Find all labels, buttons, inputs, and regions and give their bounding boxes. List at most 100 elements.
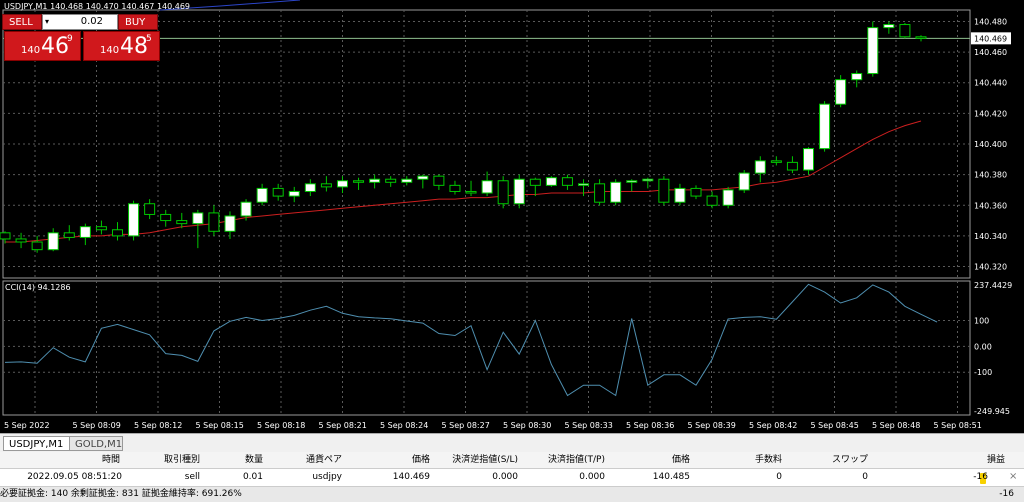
candle-body — [883, 24, 895, 29]
candle-body — [144, 203, 156, 215]
cci-indicator — [4, 283, 938, 397]
candle — [867, 21, 879, 77]
candle-body — [738, 172, 750, 191]
candle-body — [610, 181, 622, 203]
candle-body — [899, 24, 911, 38]
sell-button[interactable]: SELL — [2, 14, 42, 30]
ask-price-button[interactable]: 140 48 5 — [83, 31, 160, 61]
order-row[interactable]: 2022.09.05 08:51:20 sell 0.01 usdjpy 140… — [0, 469, 1024, 485]
time-tick-label: 5 Sep 08:45 — [811, 421, 859, 430]
candle-body — [770, 160, 782, 163]
price-tick-label: 140.320 — [974, 263, 1007, 272]
candle — [835, 75, 847, 108]
bid-price-prefix: 140 — [21, 45, 41, 56]
time-tick-label: 5 Sep 08:27 — [442, 421, 490, 430]
tab-usdjpy[interactable]: USDJPY,M1 — [3, 436, 71, 451]
candle-body — [31, 241, 43, 251]
order-commission: 0 — [776, 472, 782, 482]
candle-body — [754, 160, 766, 174]
candle — [497, 176, 509, 209]
chart-title: USDJPY,M1 140.468 140.470 140.467 140.46… — [4, 2, 190, 11]
candle — [208, 205, 220, 236]
candle — [128, 200, 140, 241]
order-time: 2022.09.05 08:51:20 — [27, 472, 122, 482]
cci-tick-label: 237.4429 — [974, 281, 1012, 290]
order-volume: 0.01 — [242, 472, 263, 482]
time-tick-label: 5 Sep 08:48 — [872, 421, 920, 430]
col-header-stop-loss: 決済逆指値(S/L) — [452, 455, 518, 465]
col-header-current-price: 価格 — [671, 455, 690, 465]
candle-body — [240, 201, 252, 217]
price-tick-label: 140.380 — [974, 171, 1007, 180]
candle-body — [658, 178, 670, 203]
candle — [561, 174, 573, 190]
candle — [304, 179, 316, 197]
col-header-take-profit: 決済指値(T/P) — [548, 455, 605, 465]
candle — [786, 156, 798, 174]
price-tick-label: 140.440 — [974, 79, 1007, 88]
candle-body — [465, 190, 477, 194]
account-summary-text: 必要証拠金: 140 余剰証拠金: 831 証拠金維持率: 691.26% — [0, 489, 242, 499]
candle-body — [95, 226, 107, 231]
candle-body — [320, 183, 332, 188]
candle-body — [256, 187, 268, 203]
time-tick-label: 5 Sep 08:09 — [73, 421, 121, 430]
chevron-down-icon[interactable]: ▾ — [45, 14, 49, 30]
bid-price-pip: 9 — [67, 34, 73, 44]
candle-body — [545, 177, 557, 186]
candle-body — [128, 203, 140, 237]
close-order-icon[interactable]: × — [1009, 470, 1017, 484]
candle — [144, 199, 156, 220]
buy-button[interactable]: BUY — [118, 14, 158, 30]
ask-price-prefix: 140 — [100, 45, 120, 56]
candle — [690, 185, 702, 200]
candle-body — [642, 178, 654, 182]
chart-tab-bar: USDJPY,M1 GOLD,M1 — [0, 433, 1024, 453]
cci-line — [4, 283, 938, 397]
order-profit: -16 — [973, 472, 988, 482]
price-tick-label: 140.480 — [974, 17, 1007, 26]
time-tick-label: 5 Sep 08:30 — [503, 421, 551, 430]
time-tick-label: 5 Sep 08:24 — [380, 421, 428, 430]
candle — [481, 171, 493, 197]
orders-header-row: 時間 取引種別 数量 通貨ペア 価格 決済逆指値(S/L) 決済指値(T/P) … — [0, 452, 1024, 469]
candle-body — [224, 215, 236, 232]
col-header-volume: 数量 — [244, 455, 263, 465]
candle-body — [690, 187, 702, 197]
time-tick-label: 5 Sep 08:18 — [257, 421, 305, 430]
candle — [674, 183, 686, 206]
candle-body — [819, 103, 831, 150]
candle-body — [47, 232, 59, 251]
price-tick-label: 140.420 — [974, 109, 1007, 118]
candle — [529, 177, 541, 197]
candle-body — [561, 177, 573, 186]
col-header-swap: スワップ — [831, 455, 868, 465]
time-tick-label: 5 Sep 08:36 — [626, 421, 674, 430]
candle — [819, 101, 831, 152]
candle-body — [304, 183, 316, 192]
candle — [160, 209, 172, 227]
candle — [610, 179, 622, 206]
one-click-trade-panel: SELL 0.02 ▾ BUY 140 46 9 140 48 5 — [2, 14, 160, 62]
volume-input[interactable]: 0.02 — [42, 14, 118, 30]
price-tick-label: 140.360 — [974, 201, 1007, 210]
tab-gold[interactable]: GOLD,M1 — [69, 436, 123, 451]
candle — [706, 191, 718, 209]
chart-canvas[interactable]: 140.480 140.460 140.440 140.420 140.400 140.3… — [0, 0, 1024, 433]
candle — [433, 174, 445, 190]
candle-body — [915, 36, 927, 39]
candle — [336, 176, 348, 194]
candle — [594, 179, 606, 206]
candle-body — [481, 180, 493, 194]
candle-body — [594, 183, 606, 203]
candle — [626, 179, 638, 192]
candle — [642, 177, 654, 189]
candle — [256, 183, 268, 206]
bid-price-button[interactable]: 140 46 9 — [4, 31, 81, 61]
candle — [47, 228, 59, 252]
chart-area[interactable]: 140.480 140.460 140.440 140.420 140.400 140.3… — [0, 0, 1024, 433]
candle — [272, 183, 284, 201]
time-tick-label: 5 Sep 08:51 — [934, 421, 982, 430]
candle — [883, 21, 895, 34]
price-tick-label: 140.460 — [974, 48, 1007, 57]
